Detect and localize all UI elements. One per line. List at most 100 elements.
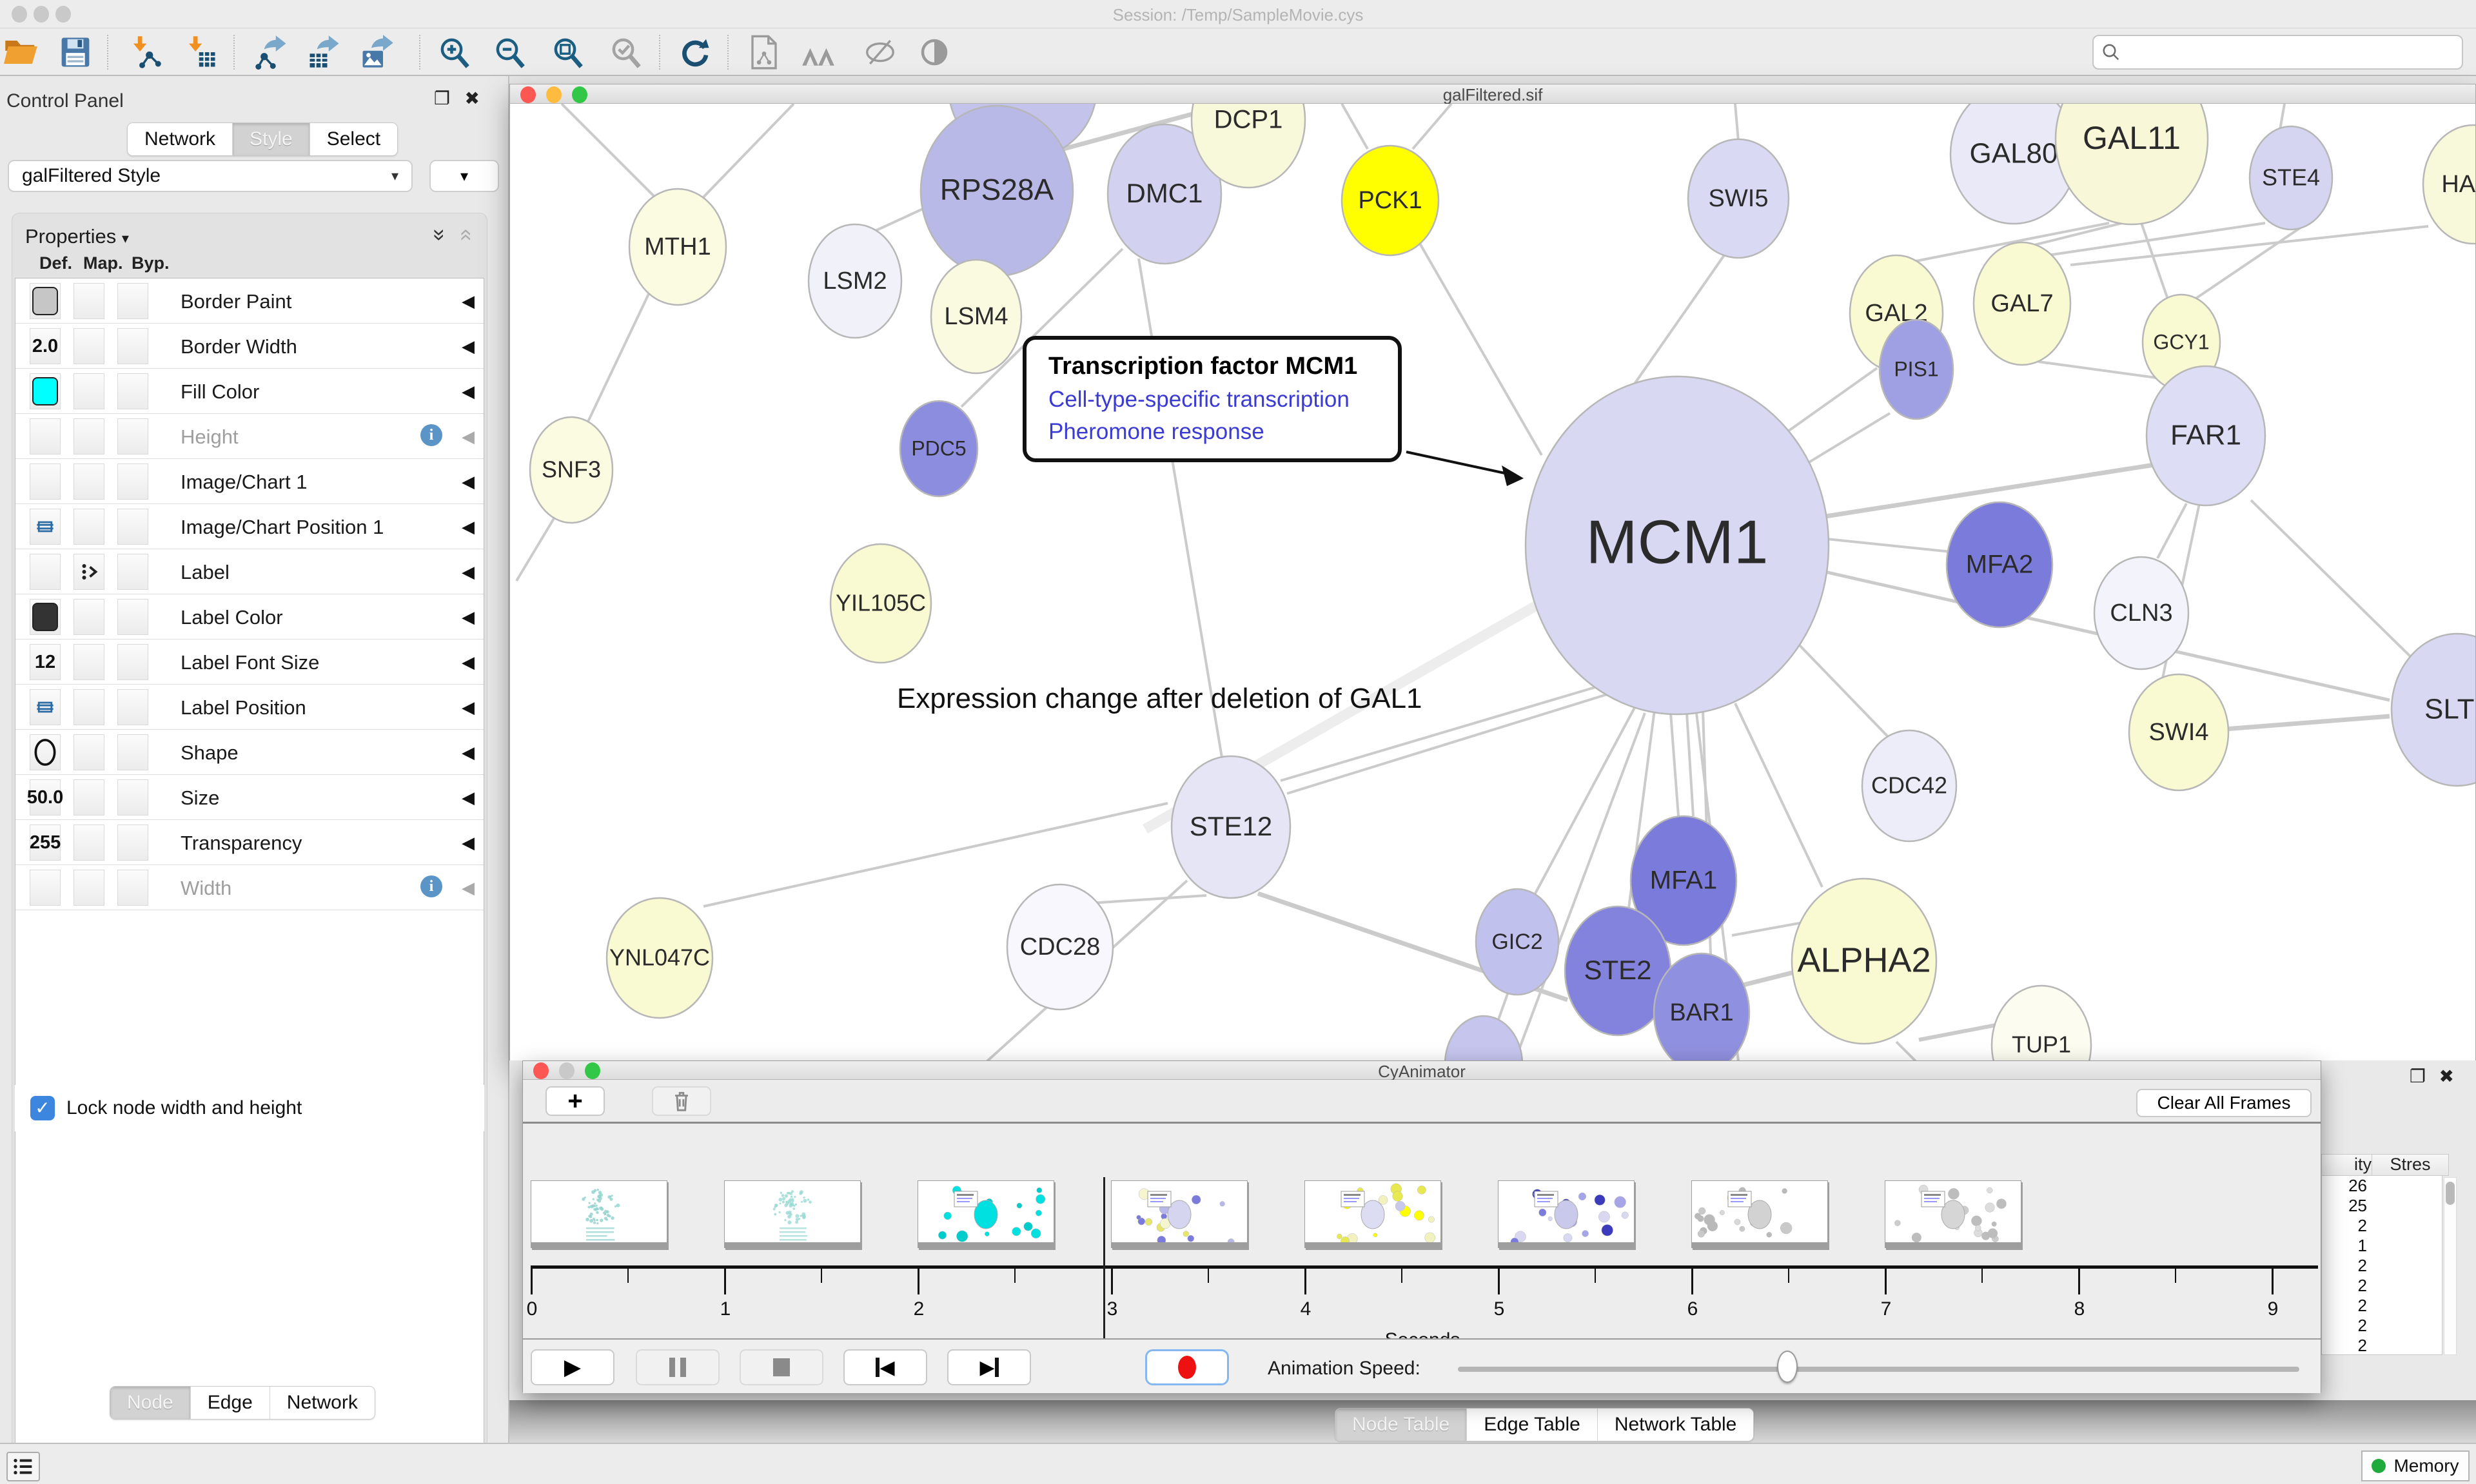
mapping-cell[interactable] [74,689,104,725]
tab-node-table[interactable]: Node Table [1335,1409,1467,1441]
document-icon[interactable] [745,34,783,71]
expand-property-icon[interactable]: ◀ [462,652,475,672]
refresh-layout-icon[interactable] [676,34,713,71]
animation-speed-thumb[interactable] [1777,1351,1798,1383]
info-icon[interactable]: i [420,875,442,897]
import-table-icon[interactable] [182,34,219,71]
default-value-cell[interactable]: 50.0 [30,779,61,815]
mapping-cell[interactable] [74,825,104,861]
close-panel-icon[interactable]: ✖ [2439,1066,2454,1087]
bypass-cell[interactable] [117,328,148,364]
zoom-out-icon[interactable] [491,34,529,71]
expand-property-icon[interactable]: ◀ [462,743,475,763]
tab-network[interactable]: Network [128,123,233,155]
zoom-selected-icon[interactable] [607,34,645,71]
annotation-link[interactable]: Pheromone response [1048,419,1398,445]
frame-thumbnail-0[interactable] [531,1180,667,1248]
default-value-cell[interactable] [30,870,61,906]
table-row[interactable]: 2 [2322,1316,2442,1336]
mapping-cell[interactable] [74,734,104,770]
mapping-cell[interactable] [74,283,104,319]
default-value-cell[interactable] [30,509,61,545]
default-value-cell[interactable] [30,689,61,725]
expand-property-icon[interactable]: ◀ [462,427,475,447]
open-session-icon[interactable] [3,34,40,71]
mapping-cell[interactable] [74,554,104,590]
clear-all-frames-button[interactable]: Clear All Frames [2136,1089,2312,1117]
collapse-all-icon[interactable]: « [454,229,479,241]
cyanimator-timeline[interactable]: 0123456789 Seconds [523,1126,2321,1338]
tab-select[interactable]: Select [310,123,397,155]
frame-thumbnail-2[interactable] [918,1180,1054,1248]
contrast-icon[interactable] [916,34,953,71]
expand-property-icon[interactable]: ◀ [462,878,475,898]
style-select[interactable]: galFiltered Style ▾ [8,160,413,192]
frame-thumbnail-1[interactable] [724,1180,861,1248]
mapping-cell[interactable] [74,418,104,454]
expand-property-icon[interactable]: ◀ [462,337,475,356]
hide-icon[interactable] [861,34,899,71]
default-value-cell[interactable]: 2.0 [30,328,61,364]
record-button[interactable] [1145,1349,1229,1385]
default-value-cell[interactable]: 255 [30,825,61,861]
save-session-icon[interactable] [57,34,94,71]
frame-thumbnail-4[interactable] [1304,1180,1441,1248]
expand-property-icon[interactable]: ◀ [462,833,475,853]
default-value-cell[interactable] [30,599,61,635]
zoom-in-icon[interactable] [436,34,473,71]
mapping-cell[interactable] [74,644,104,680]
close-panel-icon[interactable]: ✖ [465,88,480,109]
tab-node[interactable]: Node [110,1387,191,1419]
table-row[interactable]: 25 [2322,1196,2442,1216]
expand-property-icon[interactable]: ◀ [462,517,475,537]
bypass-cell[interactable] [117,418,148,454]
tab-edge[interactable]: Edge [191,1387,270,1419]
task-history-button[interactable] [6,1452,40,1481]
memory-button[interactable]: Memory [2361,1450,2470,1481]
bypass-cell[interactable] [117,734,148,770]
frame-thumbnail-5[interactable] [1498,1180,1635,1248]
tab-style[interactable]: Style [233,123,310,155]
float-panel-icon[interactable]: ❐ [434,88,450,109]
mapping-cell[interactable] [74,599,104,635]
bypass-cell[interactable] [117,509,148,545]
table-row[interactable]: 2 [2322,1216,2442,1236]
expand-property-icon[interactable]: ◀ [462,562,475,582]
bypass-cell[interactable] [117,373,148,409]
tab-network-bottom[interactable]: Network [270,1387,375,1419]
go-to-end-button[interactable]: ▶ [947,1349,1031,1385]
default-value-cell[interactable] [30,373,61,409]
tab-edge-table[interactable]: Edge Table [1467,1409,1598,1441]
bypass-cell[interactable] [117,644,148,680]
frame-thumbnail-3[interactable] [1111,1180,1248,1248]
graph-node-clipped[interactable] [1445,1016,1522,1060]
bypass-cell[interactable] [117,779,148,815]
table-row[interactable]: 2 [2322,1256,2442,1276]
binoculars-icon[interactable] [800,34,837,71]
table-row[interactable]: 2 [2322,1276,2442,1296]
default-value-cell[interactable]: 12 [30,644,61,680]
bypass-cell[interactable] [117,870,148,906]
expand-property-icon[interactable]: ◀ [462,382,475,402]
style-options-button[interactable]: ▾ [429,160,499,192]
export-network-icon[interactable] [253,34,290,71]
bypass-cell[interactable] [117,464,148,500]
expand-property-icon[interactable]: ◀ [462,698,475,718]
bypass-cell[interactable] [117,825,148,861]
expand-property-icon[interactable]: ◀ [462,472,475,492]
table-row[interactable]: 2 [2322,1336,2442,1355]
expand-property-icon[interactable]: ◀ [462,788,475,808]
frame-thumbnail-7[interactable] [1885,1180,2021,1248]
network-canvas[interactable]: RPS28ADMC1DCP1PCK1MTH1LSM2LSM4SNF3PDC5YI… [510,104,2475,1060]
export-table-icon[interactable] [306,34,343,71]
table-row[interactable]: 26 [2322,1176,2442,1196]
default-value-cell[interactable] [30,283,61,319]
export-image-icon[interactable] [359,34,396,71]
bypass-cell[interactable] [117,554,148,590]
go-to-start-button[interactable]: ◀ [843,1349,927,1385]
table-row[interactable]: 1 [2322,1236,2442,1256]
float-panel-icon[interactable]: ❐ [2410,1066,2426,1087]
default-value-cell[interactable] [30,418,61,454]
stop-button[interactable] [740,1349,823,1385]
pause-button[interactable] [636,1349,720,1385]
